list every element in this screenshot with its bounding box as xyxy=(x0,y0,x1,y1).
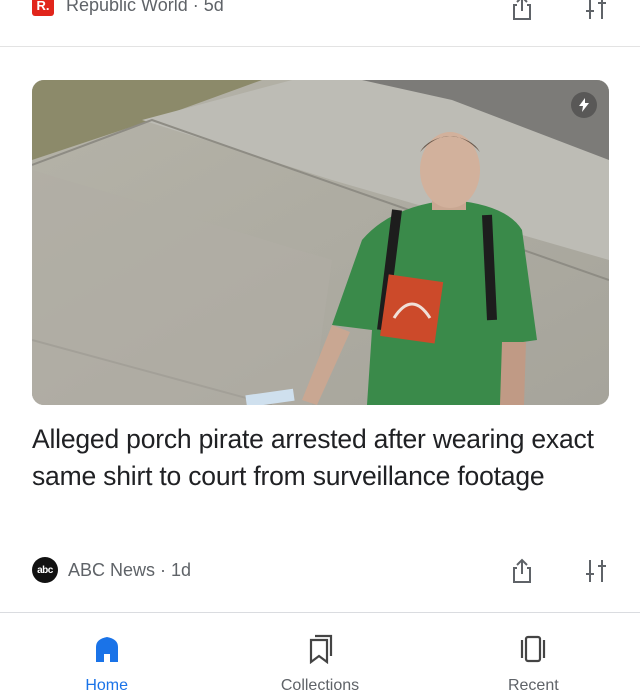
flash-icon xyxy=(579,98,589,112)
nav-home[interactable]: Home xyxy=(0,613,213,700)
abc-news-logo: abc xyxy=(32,557,58,583)
previous-article-card[interactable]: R. Republic World · 5d xyxy=(0,0,640,48)
share-icon xyxy=(513,558,531,583)
share-button[interactable] xyxy=(504,553,540,589)
divider xyxy=(0,46,640,47)
previous-article-source: Republic World · 5d xyxy=(66,0,224,15)
nav-collections[interactable]: Collections xyxy=(213,613,426,700)
article-headline[interactable]: Alleged porch pirate arrested after wear… xyxy=(32,421,602,495)
surveillance-image-illustration xyxy=(32,80,609,405)
nav-collections-label: Collections xyxy=(280,677,360,694)
recent-icon xyxy=(521,635,546,663)
share-icon xyxy=(513,0,531,20)
article-source-row: abc ABC News · 1d xyxy=(32,555,191,585)
tune-icon xyxy=(586,560,606,582)
bottom-navigation: Home Collections Recent xyxy=(0,613,640,700)
share-button-top[interactable] xyxy=(504,0,540,26)
article-image[interactable] xyxy=(32,80,609,405)
article-source: ABC News · 1d xyxy=(68,559,192,580)
previous-article-source-row: R. Republic World · 5d xyxy=(32,0,224,18)
nav-recent[interactable]: Recent xyxy=(427,613,640,700)
flash-badge xyxy=(571,92,597,118)
nav-home-label: Home xyxy=(85,677,128,694)
tune-icon xyxy=(586,0,606,19)
bookmark-icon xyxy=(309,634,333,664)
more-options-button-top[interactable] xyxy=(578,0,614,26)
nav-recent-label: Recent xyxy=(507,677,559,694)
republic-world-logo: R. xyxy=(32,0,54,16)
home-icon xyxy=(95,637,118,662)
more-options-button[interactable] xyxy=(578,553,614,589)
